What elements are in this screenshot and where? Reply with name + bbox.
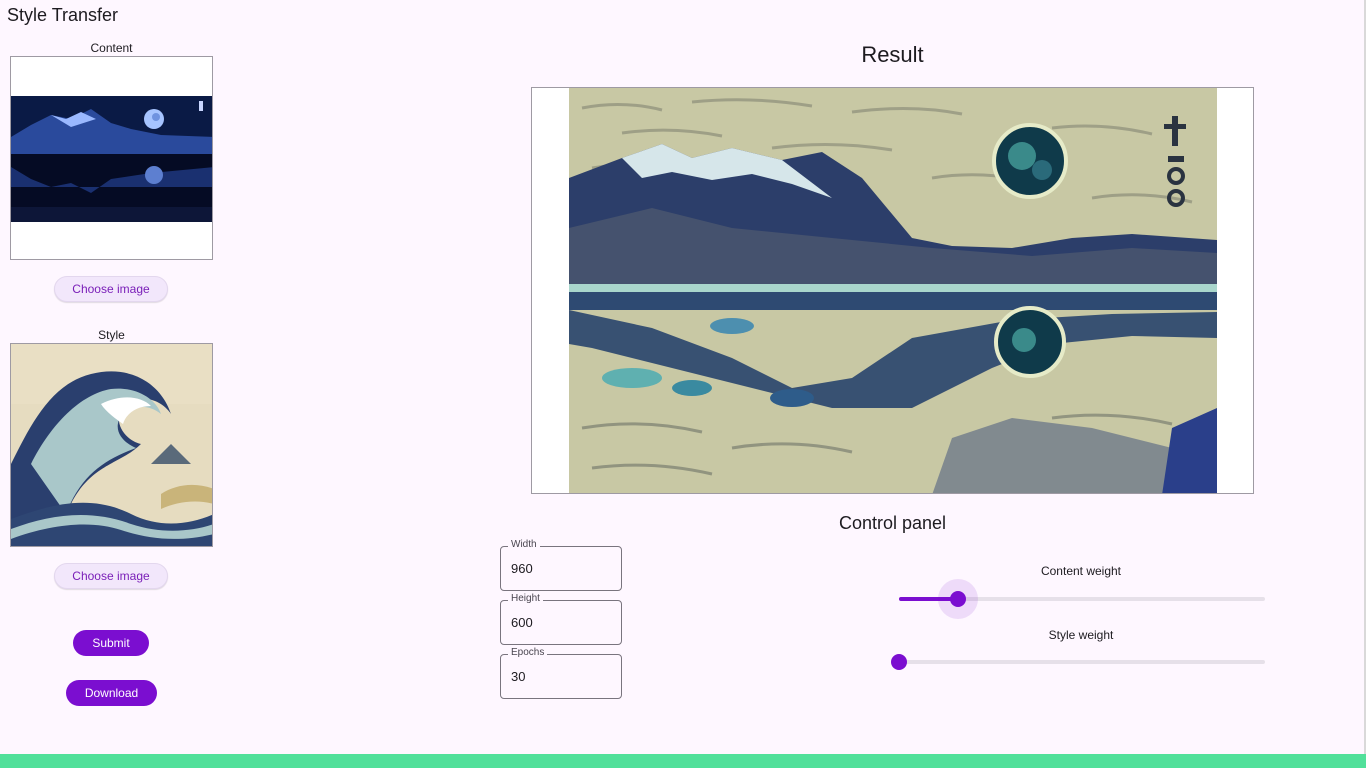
width-field-label: Width: [508, 539, 540, 550]
content-weight-thumb[interactable]: [950, 591, 966, 607]
epochs-field-value[interactable]: 30: [511, 669, 525, 684]
height-field-value[interactable]: 600: [511, 615, 533, 630]
control-panel-heading: Control panel: [838, 513, 947, 533]
choose-style-image-button[interactable]: Choose image: [54, 563, 168, 589]
style-image-frame: [10, 343, 213, 547]
content-weight-label: Content weight: [1040, 564, 1122, 578]
height-field[interactable]: Height 600: [500, 593, 622, 645]
result-image-frame: [531, 87, 1254, 494]
width-field[interactable]: Width 960: [500, 539, 622, 591]
height-field-label: Height: [508, 593, 543, 604]
content-image-frame: [10, 56, 213, 260]
style-weight-thumb[interactable]: [891, 654, 907, 670]
style-image: [11, 344, 212, 546]
choose-content-image-button[interactable]: Choose image: [54, 276, 168, 302]
bottom-bar: [0, 754, 1366, 768]
result-image: [532, 88, 1253, 493]
epochs-field-label: Epochs: [508, 647, 548, 658]
content-image: [11, 57, 212, 259]
width-field-value[interactable]: 960: [511, 561, 533, 576]
style-transfer-app: Style Transfer Content Choose image Styl…: [0, 0, 1366, 768]
download-button[interactable]: Download: [66, 680, 157, 706]
app-title: Style Transfer: [7, 5, 119, 25]
content-label: Content: [90, 41, 133, 55]
content-weight-slider[interactable]: [899, 579, 1265, 619]
result-heading: Result: [861, 42, 924, 67]
submit-button[interactable]: Submit: [73, 630, 149, 656]
epochs-field[interactable]: Epochs 30: [500, 647, 622, 699]
style-label: Style: [98, 328, 125, 342]
style-weight-label: Style weight: [1048, 628, 1114, 642]
style-weight-slider[interactable]: [891, 654, 1265, 670]
